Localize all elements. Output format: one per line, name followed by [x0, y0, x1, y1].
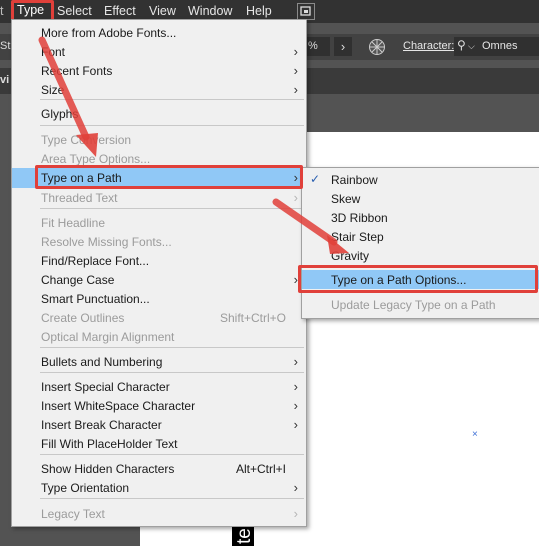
- font-value: Omnes: [482, 40, 518, 52]
- submenu-item-label: Skew: [331, 192, 361, 206]
- menu-item-label: Size: [41, 83, 65, 97]
- menubar-edge-fragment: t: [0, 4, 4, 18]
- menubar-help[interactable]: Help: [246, 4, 272, 18]
- submenu-item-label: Stair Step: [331, 230, 384, 244]
- menu-item-label: Type Conversion: [41, 133, 132, 147]
- type-on-a-path-options-highlight-box: [298, 265, 538, 293]
- menubar-window[interactable]: Window: [188, 4, 232, 18]
- menu-item-label: Area Type Options...: [41, 152, 151, 166]
- menu-item-glyphs[interactable]: Glyphs: [12, 104, 306, 123]
- menu-item-label: Type Orientation: [41, 481, 130, 495]
- menu-item-size[interactable]: Size ›: [12, 80, 306, 99]
- anchor-marker: ×: [472, 429, 478, 440]
- menu-separator: [40, 347, 304, 348]
- menu-separator: [40, 498, 304, 499]
- menu-separator: [40, 99, 304, 100]
- menu-item-label: Insert Break Character: [41, 418, 162, 432]
- menu-item-fill-with-placeholder-text[interactable]: Fill With PlaceHolder Text: [12, 434, 306, 453]
- menu-item-insert-special-character[interactable]: Insert Special Character ›: [12, 377, 306, 396]
- chevron-right-icon: ›: [293, 398, 298, 413]
- submenu-item-skew[interactable]: Skew: [302, 189, 539, 208]
- chevron-right-icon: ›: [293, 417, 298, 432]
- submenu-item-3d-ribbon[interactable]: 3D Ribbon: [302, 208, 539, 227]
- menu-item-shortcut: Shift+Ctrl+O: [219, 311, 286, 325]
- menu-item-label: Glyphs: [41, 107, 79, 121]
- menu-item-label: Change Case: [41, 273, 115, 287]
- menubar-view[interactable]: View: [149, 4, 176, 18]
- type-menu: More from Adobe Fonts... Font › Recent Font…: [11, 19, 307, 527]
- menubar-effect[interactable]: Effect: [104, 4, 136, 18]
- menu-separator: [40, 372, 304, 373]
- recolor-artwork-icon[interactable]: [368, 38, 386, 56]
- menu-item-label: Recent Fonts: [41, 64, 113, 78]
- vertical-text-fragment: te: [234, 528, 254, 544]
- chevron-right-icon: ›: [293, 44, 298, 59]
- chevron-right-icon: ›: [293, 480, 298, 495]
- menu-item-type-orientation[interactable]: Type Orientation ›: [12, 478, 306, 497]
- menu-item-optical-margin-alignment[interactable]: Optical Margin Alignment: [12, 327, 306, 346]
- menu-item-label: Font: [41, 45, 66, 59]
- type-on-a-path-highlight-box: [35, 165, 303, 189]
- search-icon: ⚲: [457, 38, 466, 52]
- menu-item-label: More from Adobe Fonts...: [41, 26, 177, 40]
- menu-item-find-replace-font[interactable]: Find/Replace Font...: [12, 251, 306, 270]
- font-search-field[interactable]: ⚲ ⌵ Omnes: [454, 37, 539, 56]
- menubar-select[interactable]: Select: [57, 4, 92, 18]
- chevron-right-icon: ›: [293, 82, 298, 97]
- menu-item-label: Bullets and Numbering: [41, 355, 163, 369]
- menu-item-insert-break-character[interactable]: Insert Break Character ›: [12, 415, 306, 434]
- menu-item-show-hidden-characters[interactable]: Show Hidden Characters Alt+Ctrl+I: [12, 459, 306, 478]
- type-on-a-path-submenu: ✓ Rainbow Skew 3D Ribbon Stair Step Gravity Ty…: [301, 167, 539, 319]
- menu-item-more-from-adobe-fonts[interactable]: More from Adobe Fonts...: [12, 23, 306, 42]
- menu-item-label: Fill With PlaceHolder Text: [41, 437, 178, 451]
- menu-item-shortcut: Alt+Ctrl+I: [235, 462, 286, 476]
- menu-item-label: Find/Replace Font...: [41, 254, 150, 268]
- menu-item-label: Insert WhiteSpace Character: [41, 399, 196, 413]
- menu-item-resolve-missing-fonts[interactable]: Resolve Missing Fonts...: [12, 232, 306, 251]
- arrange-documents-icon[interactable]: [297, 3, 315, 20]
- chevron-right-icon[interactable]: ›: [334, 37, 352, 56]
- menu-item-label: Smart Punctuation...: [41, 292, 150, 306]
- chevron-right-icon: ›: [293, 379, 298, 394]
- submenu-item-label: Update Legacy Type on a Path: [331, 298, 496, 312]
- menu-item-insert-whitespace-character[interactable]: Insert WhiteSpace Character ›: [12, 396, 306, 415]
- menu-item-label: Resolve Missing Fonts...: [41, 235, 172, 249]
- chevron-right-icon: ›: [293, 190, 298, 205]
- submenu-item-gravity[interactable]: Gravity: [302, 246, 539, 265]
- menu-item-change-case[interactable]: Change Case ›: [12, 270, 306, 289]
- document-tab-fragment[interactable]: vi: [0, 74, 9, 86]
- submenu-item-stair-step[interactable]: Stair Step: [302, 227, 539, 246]
- menu-item-legacy-text[interactable]: Legacy Text ›: [12, 504, 306, 523]
- percent-field[interactable]: %: [306, 37, 330, 56]
- menu-item-label: Fit Headline: [41, 216, 106, 230]
- menu-separator: [40, 454, 304, 455]
- chevron-right-icon: ›: [293, 63, 298, 78]
- menu-item-create-outlines[interactable]: Create Outlines Shift+Ctrl+O: [12, 308, 306, 327]
- menu-item-smart-punctuation[interactable]: Smart Punctuation...: [12, 289, 306, 308]
- chevron-right-icon: ›: [293, 506, 298, 521]
- chevron-down-icon: ⌵: [468, 41, 475, 51]
- chevron-right-icon: ›: [293, 354, 298, 369]
- submenu-item-label: Rainbow: [331, 173, 378, 187]
- menu-item-fit-headline[interactable]: Fit Headline: [12, 213, 306, 232]
- menu-item-label: Insert Special Character: [41, 380, 170, 394]
- submenu-item-update-legacy-type-on-a-path[interactable]: Update Legacy Type on a Path: [302, 295, 539, 314]
- menu-item-threaded-text[interactable]: Threaded Text ›: [12, 188, 306, 207]
- checkmark-icon: ✓: [310, 172, 321, 186]
- menu-item-font[interactable]: Font ›: [12, 42, 306, 61]
- character-panel-link[interactable]: Character:: [403, 40, 454, 52]
- menu-separator: [40, 125, 304, 126]
- menu-separator: [40, 208, 304, 209]
- submenu-item-label: Gravity: [331, 249, 370, 263]
- menu-item-label: Optical Margin Alignment: [41, 330, 175, 344]
- menu-item-type-conversion[interactable]: Type Conversion: [12, 130, 306, 149]
- menu-item-label: Create Outlines: [41, 311, 125, 325]
- submenu-item-rainbow[interactable]: ✓ Rainbow: [302, 170, 539, 189]
- menu-item-label: Threaded Text: [41, 191, 118, 205]
- submenu-item-label: 3D Ribbon: [331, 211, 388, 225]
- menu-item-bullets-and-numbering[interactable]: Bullets and Numbering ›: [12, 352, 306, 371]
- menu-item-label: Show Hidden Characters: [41, 462, 175, 476]
- menu-item-recent-fonts[interactable]: Recent Fonts ›: [12, 61, 306, 80]
- menu-item-label: Legacy Text: [41, 507, 105, 521]
